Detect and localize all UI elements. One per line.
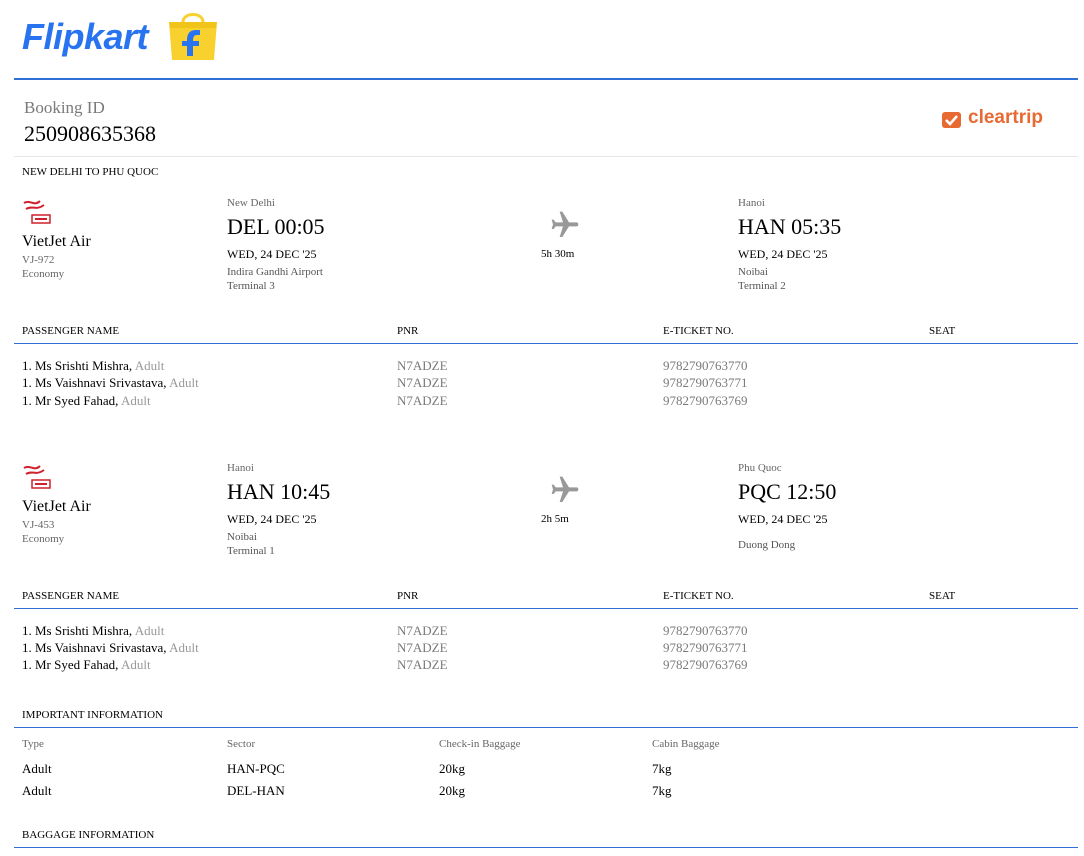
passenger-eticket: 9782790763769: [663, 393, 748, 408]
departure-code-time: HAN 10:45: [227, 479, 331, 504]
passenger-type: Adult: [134, 358, 165, 373]
arrival-city: Hanoi: [738, 197, 765, 209]
eticket-header: E-TICKET NO.: [663, 325, 734, 337]
booking-divider: [14, 156, 1078, 157]
cabin-class: Economy: [22, 533, 65, 545]
cabin-class: Economy: [22, 268, 65, 280]
passenger-name: 1. Mr Syed Fahad, Adult: [22, 657, 151, 672]
passenger-eticket: 9782790763770: [663, 358, 748, 373]
arrival-code-time: PQC 12:50: [738, 479, 837, 504]
baggage-type: Adult: [22, 761, 52, 776]
pnr-header: PNR: [397, 590, 419, 602]
passenger-name-header: PASSENGER NAME: [22, 325, 120, 337]
passenger-type: Adult: [169, 640, 199, 655]
booking-id-label: Booking ID: [24, 98, 105, 117]
pnr-header: PNR: [397, 325, 419, 337]
arrival-date: WED, 24 DEC '25: [738, 247, 828, 261]
seat-header: SEAT: [929, 325, 956, 337]
plane-icon: [549, 474, 581, 511]
vietjet-logo-icon: [22, 462, 54, 492]
passenger-header-divider: [14, 343, 1078, 344]
passenger-eticket: 9782790763770: [663, 623, 748, 638]
passenger-pnr: N7ADZE: [397, 657, 448, 672]
flipkart-bag-icon: [166, 10, 220, 62]
departure-date: WED, 24 DEC '25: [227, 512, 317, 526]
arrival-code-time: HAN 05:35: [738, 214, 842, 239]
departure-airport: Indira Gandhi Airport: [227, 266, 323, 278]
baggage-type: Adult: [22, 783, 52, 798]
passenger-pnr: N7ADZE: [397, 375, 448, 390]
eticket-header: E-TICKET NO.: [663, 590, 734, 602]
baggage-info-divider: [14, 847, 1078, 848]
type-header: Type: [22, 738, 44, 750]
passenger-name: 1. Ms Srishti Mishra, Adult: [22, 623, 165, 638]
arrival-airport: Duong Dong: [738, 539, 796, 551]
cabin-baggage: 7kg: [652, 783, 672, 798]
header-divider: [14, 78, 1078, 80]
flipkart-logo-text: Flipkart: [22, 16, 149, 57]
checkin-baggage-header: Check-in Baggage: [439, 738, 521, 750]
trip-title: NEW DELHI TO PHU QUOC: [22, 166, 159, 178]
arrival-date: WED, 24 DEC '25: [738, 512, 828, 526]
passenger-pnr: N7ADZE: [397, 623, 448, 638]
passenger-name: 1. Ms Srishti Mishra, Adult: [22, 358, 165, 373]
arrival-airport: Noibai: [738, 266, 768, 278]
arrival-terminal: Terminal 2: [738, 280, 786, 292]
checkin-baggage: 20kg: [439, 761, 465, 776]
checkin-baggage: 20kg: [439, 783, 465, 798]
vietjet-logo-icon: [22, 197, 54, 227]
passenger-name: 1. Mr Syed Fahad, Adult: [22, 393, 151, 408]
important-info-divider: [14, 727, 1078, 728]
passenger-name-header: PASSENGER NAME: [22, 590, 120, 602]
booking-id-value: 250908635368: [24, 121, 156, 146]
departure-city: New Delhi: [227, 197, 275, 209]
sector-header: Sector: [227, 738, 256, 750]
departure-code-time: DEL 00:05: [227, 214, 325, 239]
cleartrip-logo-text: cleartrip: [968, 107, 1043, 128]
cabin-baggage: 7kg: [652, 761, 672, 776]
flight-number: VJ-453: [22, 519, 55, 531]
plane-icon: [549, 209, 581, 246]
passenger-type: Adult: [134, 623, 165, 638]
passenger-type: Adult: [120, 657, 151, 672]
airline-name: VietJet Air: [22, 498, 91, 515]
flight-duration: 5h 30m: [541, 248, 575, 260]
baggage-info-title: BAGGAGE INFORMATION: [22, 829, 155, 841]
passenger-pnr: N7ADZE: [397, 358, 448, 373]
passenger-header-divider: [14, 608, 1078, 609]
cleartrip-check-icon: [942, 112, 961, 128]
passenger-eticket: 9782790763771: [663, 640, 748, 655]
arrival-city: Phu Quoc: [738, 462, 782, 474]
baggage-sector: HAN-PQC: [227, 761, 285, 776]
departure-city: Hanoi: [227, 462, 254, 474]
important-info-title: IMPORTANT INFORMATION: [22, 709, 163, 721]
passenger-name: 1. Ms Vaishnavi Srivastava, Adult: [22, 640, 199, 655]
seat-header: SEAT: [929, 590, 956, 602]
baggage-sector: DEL-HAN: [227, 783, 285, 798]
passenger-name: 1. Ms Vaishnavi Srivastava, Adult: [22, 375, 199, 390]
departure-date: WED, 24 DEC '25: [227, 247, 317, 261]
passenger-pnr: N7ADZE: [397, 640, 448, 655]
flight-duration: 2h 5m: [541, 513, 569, 525]
passenger-pnr: N7ADZE: [397, 393, 448, 408]
passenger-type: Adult: [120, 393, 151, 408]
departure-terminal: Terminal 3: [227, 280, 275, 292]
passenger-type: Adult: [169, 375, 199, 390]
departure-airport: Noibai: [227, 531, 257, 543]
flight-number: VJ-972: [22, 254, 55, 266]
passenger-eticket: 9782790763769: [663, 657, 748, 672]
airline-name: VietJet Air: [22, 233, 91, 250]
departure-terminal: Terminal 1: [227, 545, 275, 557]
cabin-baggage-header: Cabin Baggage: [652, 738, 720, 750]
passenger-eticket: 9782790763771: [663, 375, 748, 390]
